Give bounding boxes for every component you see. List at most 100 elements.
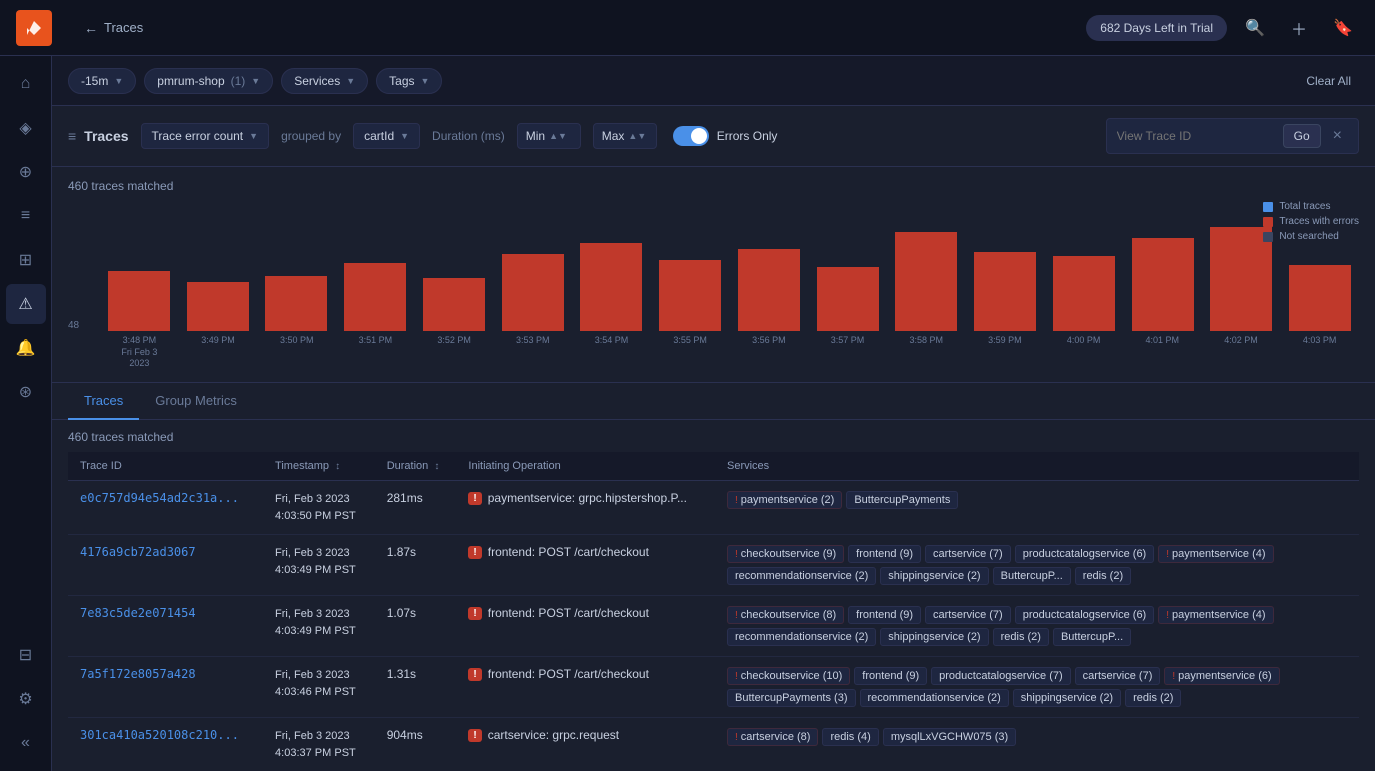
- x-label: 3:49 PM: [179, 335, 258, 370]
- column-header-duration[interactable]: Duration ↕: [375, 452, 457, 481]
- service-tag: redis (2): [993, 628, 1049, 646]
- bar-group: [888, 221, 966, 331]
- matched-count: 460 traces matched: [68, 179, 1359, 193]
- column-header-timestamp[interactable]: Timestamp ↕: [263, 452, 375, 481]
- chart-container: 48: [68, 201, 1359, 331]
- service-tag: ! checkoutservice (8): [727, 606, 844, 624]
- sidebar-item-investigate[interactable]: ⊕: [6, 152, 46, 192]
- services-filter-pill[interactable]: Services ▼: [281, 68, 368, 94]
- min-input[interactable]: Min ▲▼: [517, 123, 581, 149]
- tab-traces[interactable]: Traces: [68, 383, 139, 420]
- tags-caret-icon: ▼: [421, 76, 430, 86]
- table-row[interactable]: 301ca410a520108c210...Fri, Feb 3 20234:0…: [68, 718, 1359, 771]
- x-label: 3:54 PM: [572, 335, 651, 370]
- sidebar-item-reports[interactable]: ≡: [6, 196, 46, 236]
- sidebar-item-notifications[interactable]: 🔔: [6, 328, 46, 368]
- trial-badge: 682 Days Left in Trial: [1086, 15, 1227, 41]
- table-row[interactable]: e0c757d94e54ad2c31a...Fri, Feb 3 20234:0…: [68, 481, 1359, 535]
- service-error-dot: !: [735, 671, 738, 682]
- bar-group: [573, 221, 651, 331]
- tags-filter-pill[interactable]: Tags ▼: [376, 68, 442, 94]
- bar-group: [651, 221, 729, 331]
- service-tag: productcatalogservice (6): [1015, 606, 1155, 624]
- table-row[interactable]: 4176a9cb72ad3067Fri, Feb 3 20234:03:49 P…: [68, 535, 1359, 596]
- table-body: e0c757d94e54ad2c31a...Fri, Feb 3 20234:0…: [68, 481, 1359, 771]
- sidebar-item-settings[interactable]: ⚙: [6, 679, 46, 719]
- bar-red: [895, 232, 957, 331]
- sidebar-item-signals[interactable]: ◈: [6, 108, 46, 148]
- time-filter-pill[interactable]: -15m ▼: [68, 68, 136, 94]
- max-input[interactable]: Max ▲▼: [593, 123, 657, 149]
- go-button[interactable]: Go: [1283, 124, 1321, 148]
- bookmark-icon[interactable]: 🔖: [1327, 12, 1359, 44]
- operation-text: paymentservice: grpc.hipstershop.P...: [488, 491, 687, 505]
- trace-id-link[interactable]: 7a5f172e8057a428: [80, 667, 196, 681]
- close-icon[interactable]: ×: [1327, 125, 1348, 147]
- workspace-filter-pill[interactable]: pmrum-shop (1) ▼: [144, 68, 273, 94]
- operation-text: cartservice: grpc.request: [488, 728, 619, 742]
- toggle-switch[interactable]: [673, 126, 709, 146]
- tags-label: Tags: [389, 74, 414, 88]
- trace-id-cell: e0c757d94e54ad2c31a...: [68, 481, 263, 535]
- operation-cell: ! frontend: POST /cart/checkout: [456, 596, 715, 657]
- bar-group: [258, 221, 336, 331]
- cartid-caret-icon: ▼: [400, 131, 409, 141]
- clear-all-button[interactable]: Clear All: [1298, 70, 1359, 92]
- x-label: 4:02 PM: [1202, 335, 1281, 370]
- trace-id-cell: 301ca410a520108c210...: [68, 718, 263, 771]
- duration-cell: 1.07s: [375, 596, 457, 657]
- service-tag: recommendationservice (2): [727, 628, 876, 646]
- service-tag: ButtercupPayments: [846, 491, 958, 509]
- legend-label: Not searched: [1279, 231, 1338, 242]
- filter-bar: -15m ▼ pmrum-shop (1) ▼ Services ▼ Tags …: [52, 56, 1375, 106]
- service-tag: recommendationservice (2): [727, 567, 876, 585]
- sidebar-item-dashboards[interactable]: ⊞: [6, 240, 46, 280]
- operation-cell: ! paymentservice: grpc.hipstershop.P...: [456, 481, 715, 535]
- table-row[interactable]: 7e83c5de2e071454Fri, Feb 3 20234:03:49 P…: [68, 596, 1359, 657]
- service-tag: frontend (9): [848, 545, 921, 563]
- duration-value: 1.87s: [387, 545, 416, 559]
- bar-group: [730, 221, 808, 331]
- service-tag: ! paymentservice (2): [727, 491, 842, 509]
- trace-id-link[interactable]: e0c757d94e54ad2c31a...: [80, 491, 239, 505]
- table-row[interactable]: 7a5f172e8057a428Fri, Feb 3 20234:03:46 P…: [68, 657, 1359, 718]
- trace-id-cell: 7e83c5de2e071454: [68, 596, 263, 657]
- view-trace-id-input[interactable]: Go ×: [1106, 118, 1359, 154]
- x-axis: 3:48 PMFri Feb 320233:49 PM3:50 PM3:51 P…: [100, 335, 1359, 370]
- back-button[interactable]: ← Traces: [76, 16, 151, 40]
- trace-id-link[interactable]: 4176a9cb72ad3067: [80, 545, 196, 559]
- sidebar-item-data-management[interactable]: ⊟: [6, 635, 46, 675]
- service-tag: ButtercupPayments (3): [727, 689, 856, 707]
- services-tags: ! checkoutservice (8)frontend (9)cartser…: [727, 606, 1307, 646]
- sidebar-item-alerts[interactable]: ⚠: [6, 284, 46, 324]
- tab-group-metrics[interactable]: Group Metrics: [139, 383, 253, 420]
- error-badge: !: [468, 668, 481, 681]
- column-header-trace-id: Trace ID: [68, 452, 263, 481]
- sidebar-item-home[interactable]: ⌂: [6, 64, 46, 104]
- column-header-services: Services: [715, 452, 1359, 481]
- legend-item: Total traces: [1263, 201, 1359, 212]
- trace-id-link[interactable]: 7e83c5de2e071454: [80, 606, 196, 620]
- legend-dot: [1263, 202, 1273, 212]
- bar-red: [344, 263, 406, 331]
- services-tags: ! checkoutservice (9)frontend (9)cartser…: [727, 545, 1307, 585]
- sidebar-item-collapse[interactable]: «: [6, 723, 46, 763]
- search-icon[interactable]: 🔍: [1239, 12, 1271, 44]
- main-content: ≡ Traces Trace error count ▼ grouped by …: [52, 106, 1375, 771]
- bars-area: [100, 221, 1359, 331]
- filter-icon: ≡: [68, 128, 76, 144]
- errors-only-label: Errors Only: [717, 129, 778, 143]
- trace-id-text-input[interactable]: [1117, 129, 1277, 143]
- sidebar-item-catalog[interactable]: ⊛: [6, 372, 46, 412]
- error-badge: !: [468, 729, 481, 742]
- add-icon[interactable]: ＋: [1283, 12, 1315, 44]
- cartid-filter-pill[interactable]: cartId ▼: [353, 123, 420, 149]
- cartid-label: cartId: [364, 129, 394, 143]
- min-caret-icon: ▲▼: [549, 131, 567, 141]
- workspace-value: pmrum-shop: [157, 74, 224, 88]
- metric-filter-pill[interactable]: Trace error count ▼: [141, 123, 270, 149]
- trace-id-link[interactable]: 301ca410a520108c210...: [80, 728, 239, 742]
- bar-red: [1289, 265, 1351, 331]
- errors-only-toggle[interactable]: Errors Only: [673, 126, 778, 146]
- chart-section: 460 traces matched 48 3:48 PMFri Feb 320…: [52, 167, 1375, 383]
